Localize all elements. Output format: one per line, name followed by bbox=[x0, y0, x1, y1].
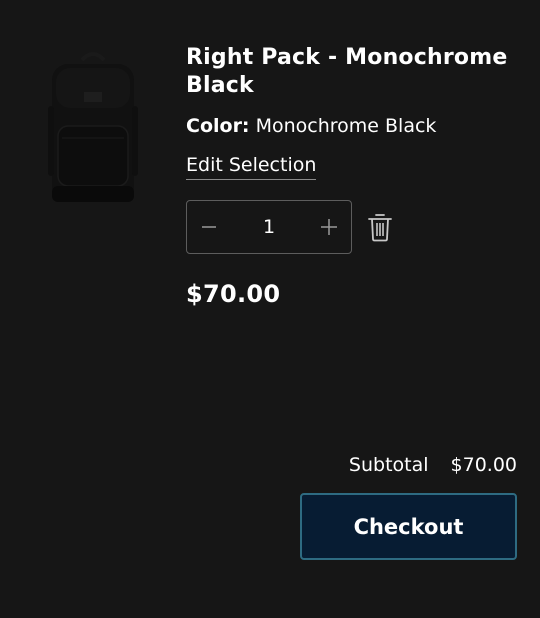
decrease-quantity-button[interactable] bbox=[187, 201, 231, 253]
subtotal-row: Subtotal $70.00 bbox=[349, 453, 517, 477]
quantity-row: 1 bbox=[186, 200, 516, 254]
increase-quantity-button[interactable] bbox=[307, 201, 351, 253]
color-value: Monochrome Black bbox=[255, 115, 437, 137]
product-price: $70.00 bbox=[186, 280, 281, 308]
checkout-button[interactable]: Checkout bbox=[300, 493, 517, 560]
product-image[interactable] bbox=[38, 46, 148, 206]
color-label: Color: bbox=[186, 115, 250, 137]
product-title: Right Pack - Monochrome Black bbox=[186, 45, 508, 98]
subtotal-label: Subtotal bbox=[348, 454, 429, 476]
trash-icon bbox=[368, 214, 392, 242]
quantity-value[interactable]: 1 bbox=[231, 216, 307, 238]
backpack-image bbox=[48, 52, 138, 202]
edit-selection-link[interactable]: Edit Selection bbox=[186, 153, 317, 180]
product-info: Right Pack - Monochrome Black Color: Mon… bbox=[186, 44, 516, 308]
subtotal-value: $70.00 bbox=[450, 454, 517, 476]
product-color: Color: Monochrome Black bbox=[186, 114, 516, 138]
plus-icon bbox=[321, 219, 337, 235]
minus-icon bbox=[202, 226, 216, 228]
quantity-stepper: 1 bbox=[186, 200, 352, 254]
remove-item-button[interactable] bbox=[366, 211, 394, 243]
